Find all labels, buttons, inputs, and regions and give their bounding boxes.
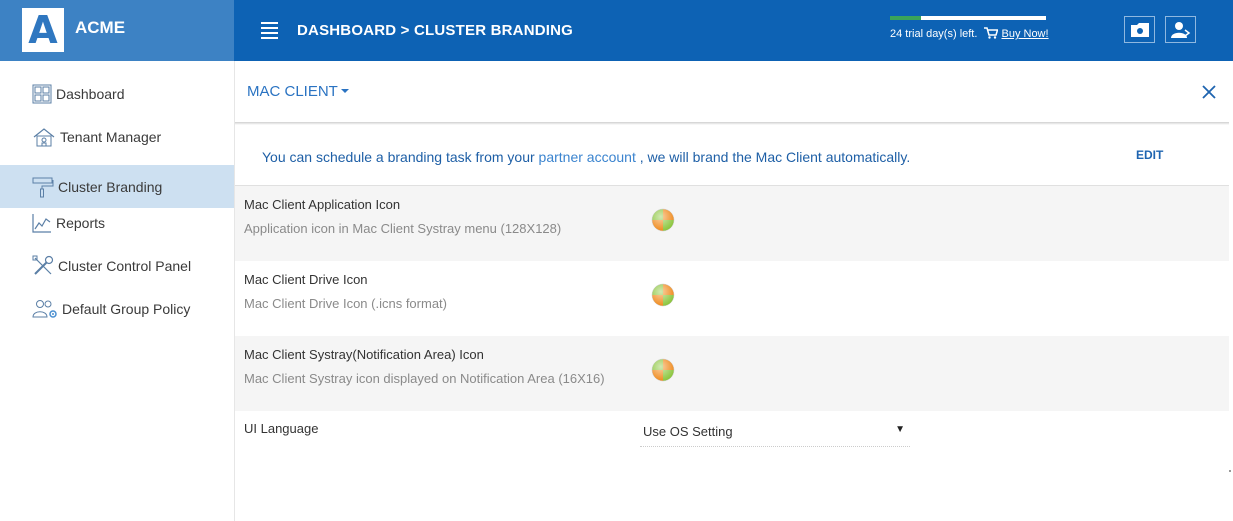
sidebar: Dashboard Tenant Manager Cluster Brandin… (0, 61, 235, 521)
list-item: Mac Client Systray(Notification Area) Ic… (235, 336, 1229, 411)
ui-language-select[interactable]: Use OS Setting ▼ (640, 419, 910, 447)
paint-roller-icon (32, 177, 54, 197)
logo-area: A ACME (0, 0, 234, 61)
buy-now-link[interactable]: Buy Now! (1001, 28, 1048, 40)
app-name: ACME (75, 18, 126, 37)
close-button[interactable] (1202, 85, 1216, 104)
trial-days-text: 24 trial day(s) left. (890, 28, 978, 40)
setting-description: Mac Client Systray icon displayed on Not… (244, 371, 605, 386)
sidebar-item-cluster-control-panel[interactable]: Cluster Control Panel (0, 244, 234, 287)
trial-status: 24 trial day(s) left. Buy Now! (890, 27, 1049, 42)
acme-logo: A (22, 8, 64, 52)
edit-button[interactable]: EDIT (1136, 148, 1163, 162)
ui-language-value: Use OS Setting (643, 424, 733, 439)
setting-description: Mac Client Drive Icon (.icns format) (244, 296, 447, 311)
setting-title: Mac Client Systray(Notification Area) Ic… (244, 347, 484, 362)
group-settings-icon (32, 299, 57, 318)
logo-letter: A (28, 8, 58, 52)
systray-icon-preview[interactable] (651, 358, 675, 387)
user-account-button[interactable] (1165, 16, 1196, 43)
list-item: Mac Client Application Icon Application … (235, 186, 1229, 261)
folder-icon (1130, 22, 1149, 37)
drive-icon-image (651, 283, 675, 307)
cart-icon (984, 27, 999, 42)
user-account-icon (1170, 21, 1190, 38)
section-divider-shadow (235, 122, 1229, 125)
caret-down-icon (340, 89, 349, 93)
sidebar-item-label: Dashboard (56, 85, 125, 102)
close-icon (1202, 85, 1216, 99)
divider (1229, 470, 1231, 472)
sidebar-item-reports[interactable]: Reports (0, 201, 234, 244)
sidebar-item-label: Cluster Control Panel (58, 257, 192, 274)
dropdown-arrow-icon: ▼ (895, 424, 905, 435)
drive-icon-preview[interactable] (651, 283, 675, 312)
tenant-house-icon (33, 127, 55, 146)
tools-icon (32, 255, 54, 275)
sidebar-item-default-group-policy[interactable]: Default Group Policy (0, 287, 234, 330)
chart-icon (32, 213, 51, 233)
systray-icon-image (651, 358, 675, 382)
sidebar-item-label: Reports (56, 214, 106, 231)
client-type-label: MAC CLIENT (247, 83, 338, 100)
sidebar-item-label: Cluster Branding (58, 178, 163, 195)
branding-notice: You can schedule a branding task from yo… (262, 149, 910, 165)
partner-account-link[interactable]: partner account (539, 149, 636, 165)
top-bar: DASHBOARD > CLUSTER BRANDING 24 trial da… (234, 0, 1233, 61)
trial-progress-bar (890, 16, 1046, 20)
app-icon-image (651, 208, 675, 232)
main-content: MAC CLIENT You can schedule a branding t… (235, 61, 1233, 521)
setting-title: Mac Client Application Icon (244, 197, 401, 212)
setting-title: Mac Client Drive Icon (244, 272, 368, 287)
sidebar-item-label: Tenant Manager (60, 128, 162, 145)
sidebar-item-tenant-manager[interactable]: Tenant Manager (0, 115, 234, 158)
sidebar-item-dashboard[interactable]: Dashboard (0, 72, 234, 115)
list-item: Mac Client Drive Icon Mac Client Drive I… (235, 261, 1229, 336)
client-type-dropdown[interactable]: MAC CLIENT (247, 83, 349, 100)
setting-description: Application icon in Mac Client Systray m… (244, 221, 562, 236)
folder-button[interactable] (1124, 16, 1155, 43)
breadcrumb: DASHBOARD > CLUSTER BRANDING (297, 22, 574, 39)
dashboard-grid-icon (32, 84, 52, 103)
sidebar-item-label: Default Group Policy (62, 300, 191, 317)
hamburger-menu-icon[interactable] (261, 22, 278, 39)
application-icon-preview[interactable] (651, 208, 675, 237)
notice-text-before: You can schedule a branding task from yo… (262, 149, 539, 165)
trial-progress-fill (890, 16, 922, 20)
ui-language-label: UI Language (244, 421, 319, 436)
notice-text-after: , we will brand the Mac Client automatic… (635, 149, 911, 165)
